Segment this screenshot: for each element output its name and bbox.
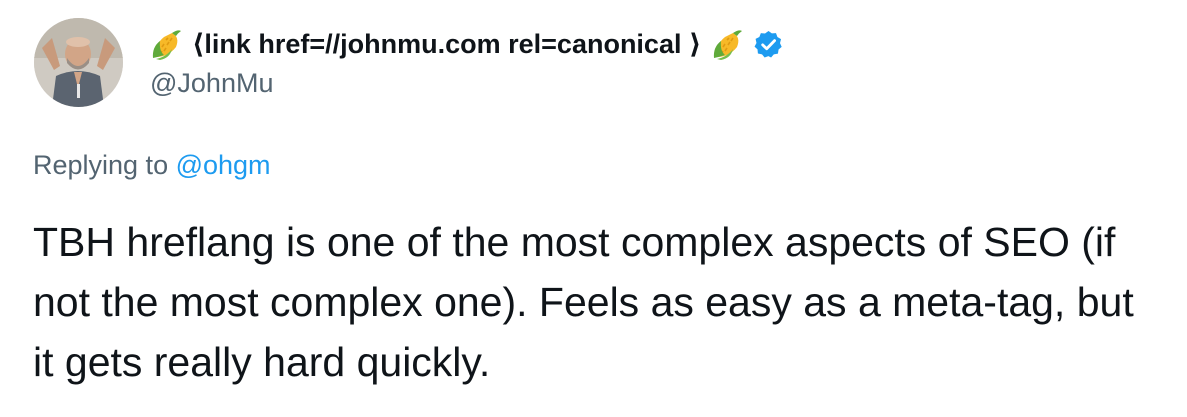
author-avatar[interactable] [34, 18, 123, 107]
corn-emoji-icon [150, 27, 184, 61]
corn-emoji-icon [711, 27, 745, 61]
author-block[interactable]: ⟨link href=//johnmu.com rel=canonical ⟩ … [150, 24, 784, 99]
verified-badge-icon [753, 29, 784, 60]
tweet-text: TBH hreflang is one of the most complex … [33, 219, 1134, 385]
avatar-photo [34, 18, 123, 107]
display-name-row[interactable]: ⟨link href=//johnmu.com rel=canonical ⟩ [150, 24, 784, 64]
author-handle[interactable]: @JohnMu [150, 68, 784, 99]
replying-to-line: Replying to @ohgm [33, 150, 271, 181]
replying-to-label: Replying to [33, 150, 176, 180]
reply-mention-link[interactable]: @ohgm [176, 150, 271, 180]
tweet-card: ⟨link href=//johnmu.com rel=canonical ⟩ … [0, 0, 1187, 417]
display-name: ⟨link href=//johnmu.com rel=canonical ⟩ [192, 28, 702, 59]
